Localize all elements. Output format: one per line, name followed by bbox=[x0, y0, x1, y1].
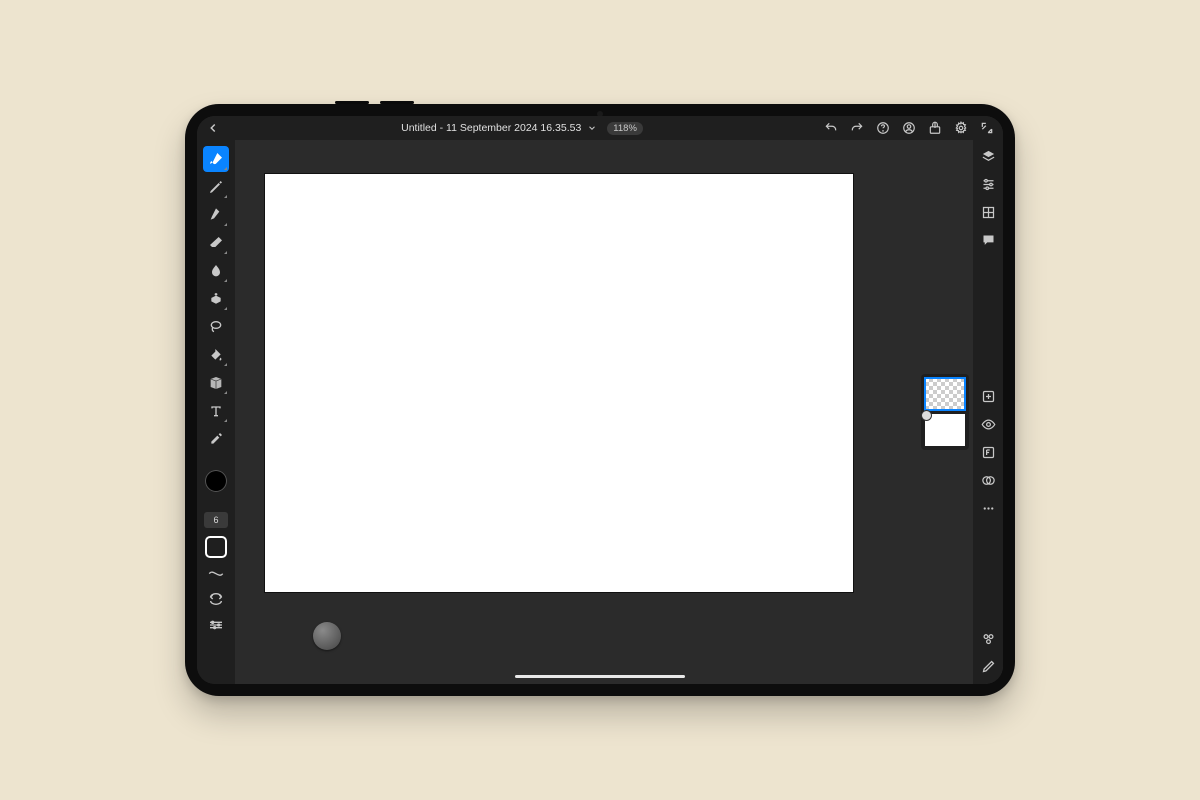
header-bar: Untitled - 11 September 2024 16.35.53 11… bbox=[197, 116, 1003, 140]
fullscreen-icon[interactable] bbox=[979, 120, 995, 136]
comment-icon[interactable] bbox=[980, 232, 996, 248]
shape-preset[interactable] bbox=[205, 536, 227, 558]
fx-icon[interactable] bbox=[980, 444, 996, 460]
tool-clone[interactable] bbox=[203, 286, 229, 312]
chevron-down-icon[interactable] bbox=[587, 120, 597, 136]
foreground-color[interactable] bbox=[205, 470, 227, 492]
home-indicator[interactable] bbox=[515, 675, 685, 678]
layers-panel bbox=[921, 374, 969, 450]
layer-badge-icon bbox=[921, 410, 932, 421]
layer-thumbnail[interactable] bbox=[925, 378, 965, 410]
mask-icon[interactable] bbox=[980, 472, 996, 488]
tool-eraser[interactable] bbox=[203, 230, 229, 256]
app-screen: Untitled - 11 September 2024 16.35.53 11… bbox=[197, 116, 1003, 684]
tool-gradient[interactable] bbox=[203, 370, 229, 396]
add-layer-icon[interactable] bbox=[980, 388, 996, 404]
zoom-level[interactable]: 118% bbox=[607, 122, 643, 135]
hardware-button bbox=[335, 101, 369, 104]
sliders-icon[interactable] bbox=[980, 176, 996, 192]
document-title[interactable]: Untitled - 11 September 2024 16.35.53 bbox=[401, 122, 581, 134]
redo-icon[interactable] bbox=[849, 120, 865, 136]
adjustments-tool-icon[interactable] bbox=[203, 614, 229, 636]
hardware-button bbox=[380, 101, 414, 104]
grid-icon[interactable] bbox=[980, 204, 996, 220]
more-icon[interactable] bbox=[980, 500, 996, 516]
gear-icon[interactable] bbox=[953, 120, 969, 136]
tablet-frame: Untitled - 11 September 2024 16.35.53 11… bbox=[185, 104, 1015, 696]
canvas[interactable] bbox=[265, 174, 853, 592]
account-icon[interactable] bbox=[901, 120, 917, 136]
brush-size[interactable]: 6 bbox=[204, 512, 228, 528]
tool-fill[interactable] bbox=[203, 342, 229, 368]
symmetry-icon[interactable] bbox=[980, 630, 996, 646]
right-column bbox=[903, 140, 1003, 684]
canvas-area[interactable] bbox=[235, 140, 903, 684]
curve-tool-icon[interactable] bbox=[203, 562, 229, 584]
help-icon[interactable] bbox=[875, 120, 891, 136]
tool-strip: 6 bbox=[197, 140, 235, 684]
share-icon[interactable] bbox=[927, 120, 943, 136]
visibility-icon[interactable] bbox=[980, 416, 996, 432]
tool-pencil[interactable] bbox=[203, 174, 229, 200]
back-icon[interactable] bbox=[205, 120, 221, 136]
undo-icon[interactable] bbox=[823, 120, 839, 136]
layer-thumbnail[interactable] bbox=[925, 414, 965, 446]
edit-icon[interactable] bbox=[980, 658, 996, 674]
tool-pen[interactable] bbox=[203, 202, 229, 228]
transform-tool-icon[interactable] bbox=[203, 588, 229, 610]
tool-eyedropper[interactable] bbox=[203, 426, 229, 452]
tool-text[interactable] bbox=[203, 398, 229, 424]
tool-smudge[interactable] bbox=[203, 258, 229, 284]
tool-brush[interactable] bbox=[203, 146, 229, 172]
touch-shortcut-button[interactable] bbox=[313, 622, 341, 650]
side-strip bbox=[973, 140, 1003, 684]
layers-icon[interactable] bbox=[980, 148, 996, 164]
tool-lasso[interactable] bbox=[203, 314, 229, 340]
